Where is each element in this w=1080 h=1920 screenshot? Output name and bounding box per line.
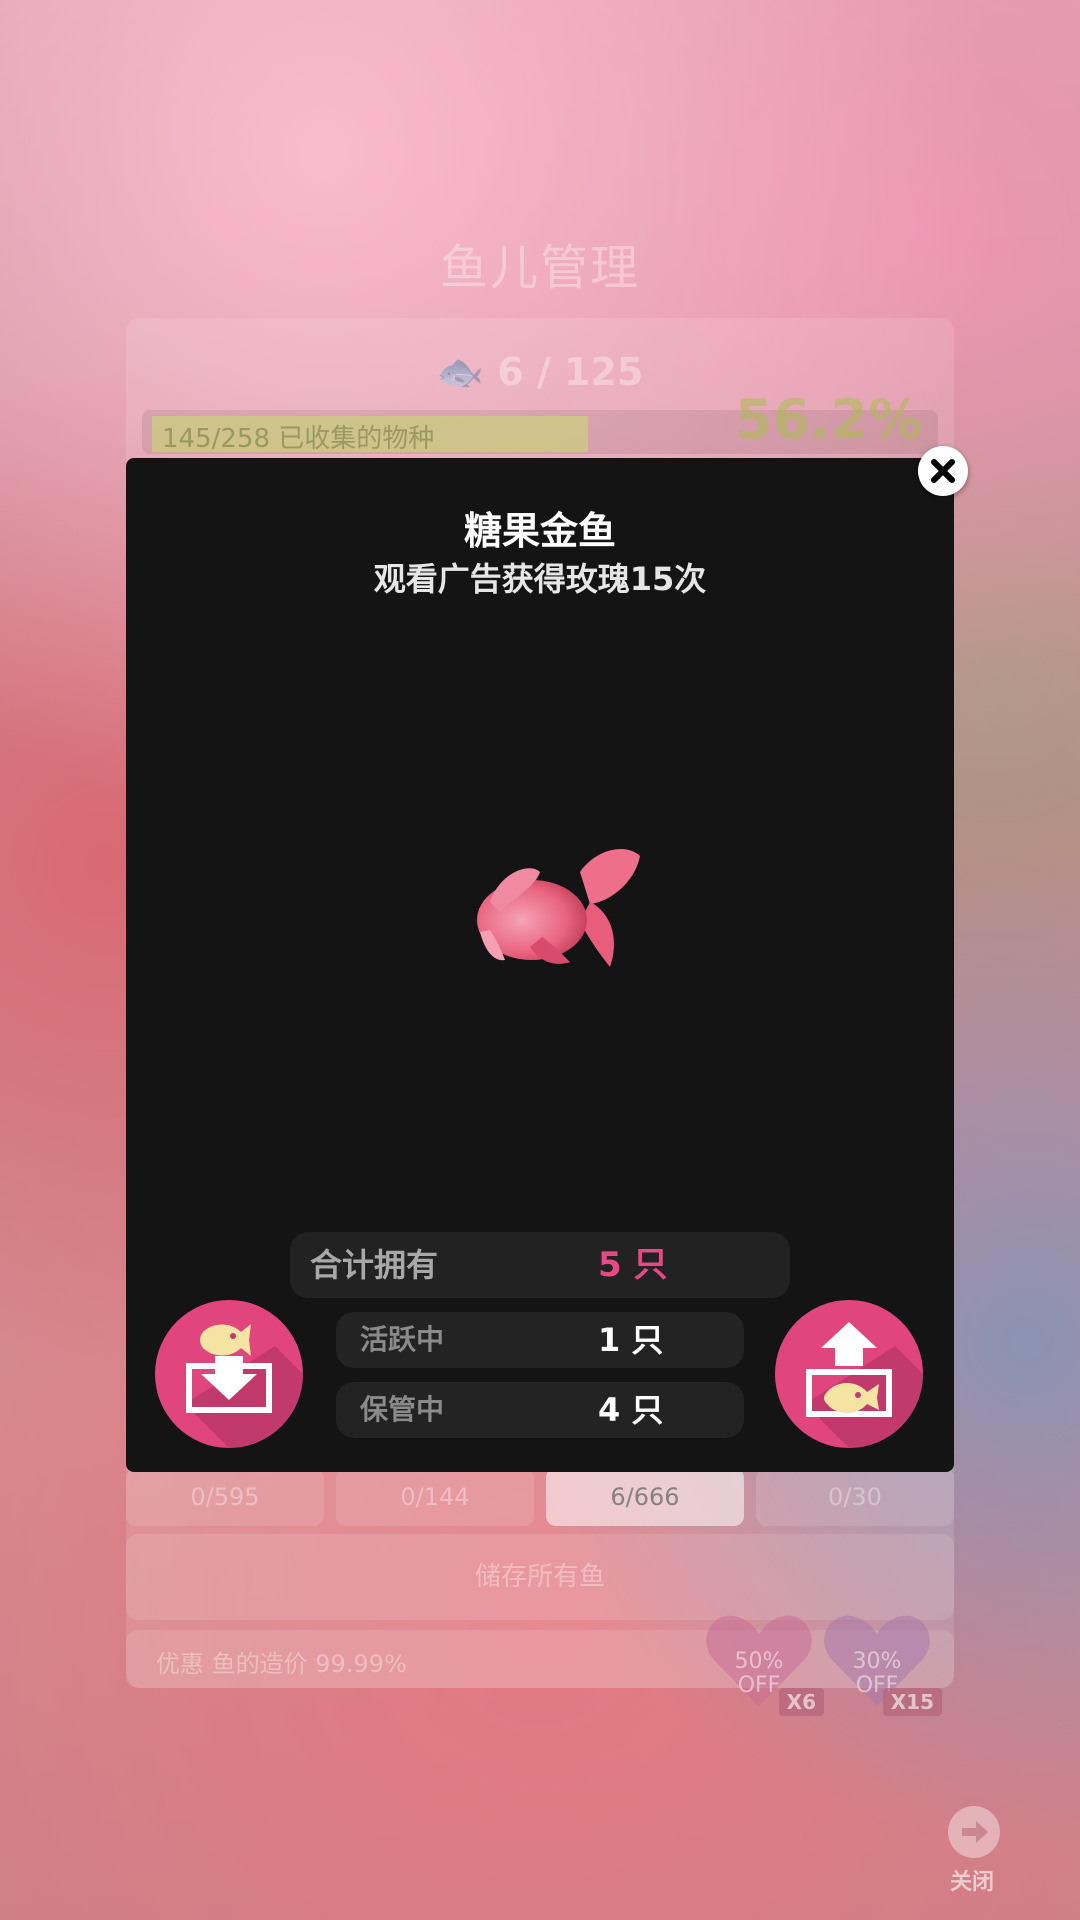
total-owned-value: 5 只 [598, 1245, 668, 1285]
fish-name: 糖果金鱼 [463, 509, 616, 553]
store-all-button[interactable]: 储存所有鱼 [126, 1534, 954, 1620]
offer-2-multiplier: X15 [882, 1688, 942, 1716]
offer-2-percent: 30% [852, 1649, 902, 1674]
arrow-right-icon[interactable] [948, 1806, 1000, 1858]
offer-heart-1[interactable]: 50% OFF X6 [704, 1610, 824, 1716]
close-label[interactable]: 关闭 [950, 1864, 994, 1896]
tab-category-2[interactable]: 0/144 [336, 1468, 534, 1526]
tab-category-4[interactable]: 0/30 [756, 1468, 954, 1526]
fish-count-value: 6 / 125 [497, 350, 644, 394]
collection-progress-text: 145/258 已收集的物种 [162, 424, 435, 454]
offer-1-off: OFF [737, 1673, 781, 1698]
total-owned-label: 合计拥有 [310, 1246, 439, 1284]
stored-value: 4 只 [598, 1391, 664, 1429]
offer-1-multiplier: X6 [778, 1688, 824, 1716]
release-fish-button[interactable] [775, 1300, 923, 1448]
active-row: 活跃中 1 只 [336, 1312, 744, 1368]
offer-1-percent: 50% [734, 1649, 784, 1674]
stored-label: 保管中 [360, 1393, 445, 1426]
fish-release-icon [805, 1322, 923, 1448]
close-icon[interactable] [918, 446, 968, 496]
active-label: 活跃中 [360, 1323, 445, 1356]
store-fish-button[interactable] [155, 1300, 303, 1448]
active-value: 1 只 [598, 1321, 664, 1359]
goldfish-image [477, 849, 640, 967]
offer-heart-2[interactable]: 30% OFF X15 [822, 1610, 942, 1716]
fish-unlock-condition: 观看广告获得玫瑰15次 [373, 560, 707, 598]
stored-row: 保管中 4 只 [336, 1382, 744, 1438]
fish-store-icon [185, 1324, 303, 1448]
tab-category-1[interactable]: 0/595 [126, 1468, 324, 1526]
tab-category-3[interactable]: 6/666 [546, 1468, 744, 1526]
collection-percent: 56.2% [735, 388, 923, 451]
page-title: 鱼儿管理 [439, 240, 640, 296]
discount-text: 优惠 鱼的造价 99.99% [156, 1650, 407, 1678]
fish-icon: 🐟 [436, 350, 484, 394]
total-owned-row: 合计拥有 5 只 [290, 1232, 790, 1298]
